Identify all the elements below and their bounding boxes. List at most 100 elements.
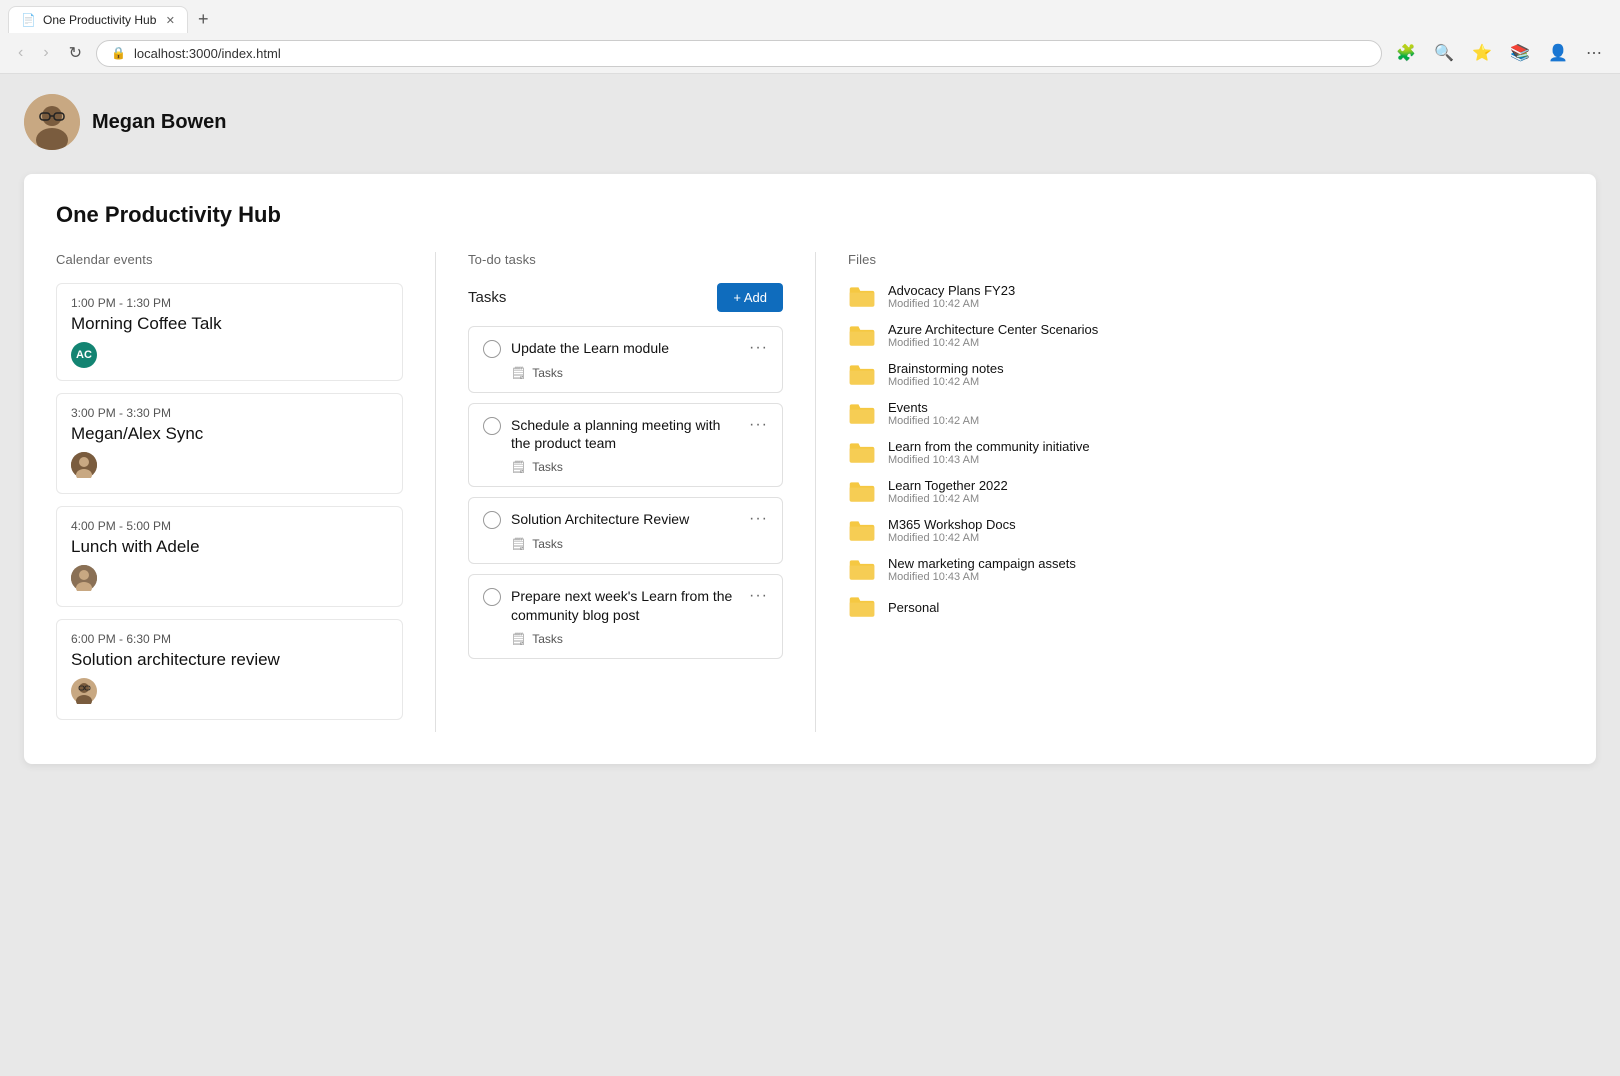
task-row-2: Schedule a planning meeting with the pro… [483,416,768,452]
event-time-2: 3:00 PM - 3:30 PM [71,406,388,420]
folder-icon-5 [848,441,876,465]
new-tab-button[interactable]: + [192,7,215,32]
file-name-1: Advocacy Plans FY23 [888,283,1564,298]
files-list: Advocacy Plans FY23 Modified 10:42 AM Az… [848,283,1564,619]
task-subtask-label-2: Tasks [532,460,563,474]
calendar-event-2[interactable]: 3:00 PM - 3:30 PM Megan/Alex Sync [56,393,403,494]
file-info-2: Azure Architecture Center Scenarios Modi… [888,322,1564,349]
task-subtask-label-3: Tasks [532,537,563,551]
address-bar[interactable]: 🔒 localhost:3000/index.html [96,40,1382,67]
event-title-3: Lunch with Adele [71,537,388,557]
folder-icon-2 [848,324,876,348]
task-more-1[interactable]: ··· [749,339,768,357]
task-row-4: Prepare next week's Learn from the commu… [483,587,768,623]
file-info-8: New marketing campaign assets Modified 1… [888,556,1564,583]
task-checkbox-2[interactable] [483,417,501,435]
task-list-icon-4: 🗒 [511,632,526,646]
file-item-5[interactable]: Learn from the community initiative Modi… [848,439,1564,466]
task-checkbox-4[interactable] [483,588,501,606]
tasks-header: To-do tasks [468,252,783,267]
task-subtask-label-1: Tasks [532,366,563,380]
task-item-2: Schedule a planning meeting with the pro… [468,403,783,487]
event-time-4: 6:00 PM - 6:30 PM [71,632,388,646]
event-time-1: 1:00 PM - 1:30 PM [71,296,388,310]
file-name-9: Personal [888,600,1564,615]
task-list-icon-1: 🗒 [511,366,526,380]
zoom-button[interactable]: 🔍 [1428,39,1460,67]
calendar-event-1[interactable]: 1:00 PM - 1:30 PM Morning Coffee Talk AC [56,283,403,381]
collections-button[interactable]: 📚 [1504,39,1536,67]
file-name-3: Brainstorming notes [888,361,1564,376]
file-modified-5: Modified 10:43 AM [888,454,1564,466]
file-name-8: New marketing campaign assets [888,556,1564,571]
folder-icon-4 [848,402,876,426]
file-item-3[interactable]: Brainstorming notes Modified 10:42 AM [848,361,1564,388]
task-subtask-label-4: Tasks [532,632,563,646]
task-more-2[interactable]: ··· [749,416,768,434]
favorites-button[interactable]: ⭐ [1466,39,1498,67]
extensions-button[interactable]: 🧩 [1390,39,1422,67]
calendar-column: Calendar events 1:00 PM - 1:30 PM Mornin… [56,252,436,732]
task-list-icon-2: 🗒 [511,460,526,474]
tab-favicon-icon: 📄 [21,13,35,27]
refresh-button[interactable]: ↻ [63,39,88,67]
task-checkbox-3[interactable] [483,511,501,529]
task-row-3: Solution Architecture Review ··· [483,510,768,529]
file-modified-8: Modified 10:43 AM [888,571,1564,583]
event-title-1: Morning Coffee Talk [71,314,388,334]
folder-icon-1 [848,285,876,309]
main-card: One Productivity Hub Calendar events 1:0… [24,174,1596,764]
forward-button[interactable]: › [37,40,54,66]
task-checkbox-1[interactable] [483,340,501,358]
file-item-4[interactable]: Events Modified 10:42 AM [848,400,1564,427]
file-name-6: Learn Together 2022 [888,478,1564,493]
folder-icon-8 [848,558,876,582]
browser-nav-icons: 🧩 🔍 ⭐ 📚 👤 ⋯ [1390,39,1608,67]
more-button[interactable]: ⋯ [1580,39,1608,67]
user-header: Megan Bowen [24,94,1596,150]
event-avatar-2 [71,452,97,478]
task-item-4: Prepare next week's Learn from the commu… [468,574,783,658]
file-modified-4: Modified 10:42 AM [888,415,1564,427]
file-modified-2: Modified 10:42 AM [888,337,1564,349]
calendar-event-3[interactable]: 4:00 PM - 5:00 PM Lunch with Adele [56,506,403,607]
folder-icon-3 [848,363,876,387]
profile-button[interactable]: 👤 [1542,39,1574,67]
file-info-7: M365 Workshop Docs Modified 10:42 AM [888,517,1564,544]
tab-close-button[interactable]: ✕ [166,14,175,27]
user-name: Megan Bowen [92,111,226,134]
add-task-button[interactable]: + Add [717,283,783,312]
file-item-2[interactable]: Azure Architecture Center Scenarios Modi… [848,322,1564,349]
task-item-3: Solution Architecture Review ··· 🗒 Tasks [468,497,783,564]
file-item-1[interactable]: Advocacy Plans FY23 Modified 10:42 AM [848,283,1564,310]
calendar-header: Calendar events [56,252,403,267]
folder-icon-9 [848,595,876,619]
file-info-6: Learn Together 2022 Modified 10:42 AM [888,478,1564,505]
page-title: One Productivity Hub [56,202,1564,228]
file-name-2: Azure Architecture Center Scenarios [888,322,1564,337]
file-item-8[interactable]: New marketing campaign assets Modified 1… [848,556,1564,583]
back-button[interactable]: ‹ [12,40,29,66]
task-item-1: Update the Learn module ··· 🗒 Tasks [468,326,783,393]
lock-icon: 🔒 [111,46,126,60]
file-name-4: Events [888,400,1564,415]
task-more-3[interactable]: ··· [749,510,768,528]
file-item-7[interactable]: M365 Workshop Docs Modified 10:42 AM [848,517,1564,544]
browser-tab[interactable]: 📄 One Productivity Hub ✕ [8,6,188,33]
browser-titlebar: 📄 One Productivity Hub ✕ + [0,0,1620,33]
browser-chrome: 📄 One Productivity Hub ✕ + ‹ › ↻ 🔒 local… [0,0,1620,74]
task-sub-2: 🗒 Tasks [511,460,768,474]
browser-nav: ‹ › ↻ 🔒 localhost:3000/index.html 🧩 🔍 ⭐ … [0,33,1620,73]
avatar [24,94,80,150]
event-title-4: Solution architecture review [71,650,388,670]
calendar-event-4[interactable]: 6:00 PM - 6:30 PM Solution architecture … [56,619,403,720]
task-more-4[interactable]: ··· [749,587,768,605]
task-text-2: Schedule a planning meeting with the pro… [511,416,739,452]
address-text: localhost:3000/index.html [134,46,281,61]
page-wrapper: Megan Bowen One Productivity Hub Calenda… [0,74,1620,784]
task-text-4: Prepare next week's Learn from the commu… [511,587,739,623]
file-item-6[interactable]: Learn Together 2022 Modified 10:42 AM [848,478,1564,505]
file-info-9: Personal [888,600,1564,615]
file-item-9[interactable]: Personal [848,595,1564,619]
file-modified-1: Modified 10:42 AM [888,298,1564,310]
